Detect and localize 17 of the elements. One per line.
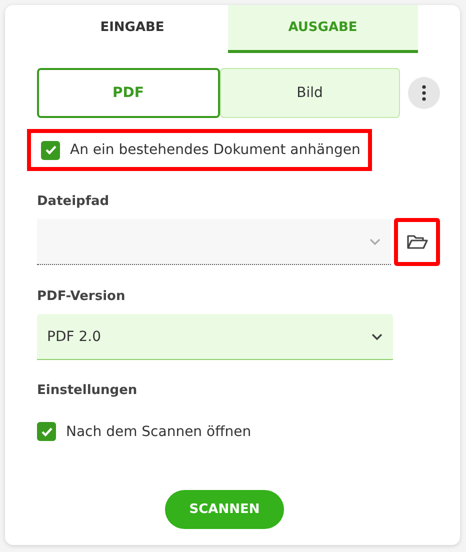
pdf-version-select[interactable]: PDF 2.0	[37, 314, 393, 360]
folder-icon[interactable]	[406, 234, 428, 250]
checkmark-icon	[40, 426, 52, 436]
checkmark-icon	[44, 145, 56, 155]
more-options-icon[interactable]	[408, 77, 440, 109]
checkbox[interactable]	[37, 422, 56, 441]
field-label: PDF-Version	[37, 289, 126, 304]
format-option[interactable]: PDF	[37, 68, 220, 118]
checkbox-label: An ein bestehendes Dokument anhängen	[70, 142, 360, 158]
checkbox[interactable]	[41, 140, 60, 160]
field-label: Dateipfad	[37, 194, 110, 209]
tab[interactable]: EINGABE	[37, 5, 228, 53]
format-option[interactable]: Bild	[220, 68, 400, 118]
section-label: Einstellungen	[37, 383, 138, 398]
file-path-field[interactable]	[37, 219, 391, 265]
checkbox-label: Nach dem Scannen öffnen	[66, 424, 252, 440]
chevron-down-icon[interactable]	[371, 332, 383, 340]
